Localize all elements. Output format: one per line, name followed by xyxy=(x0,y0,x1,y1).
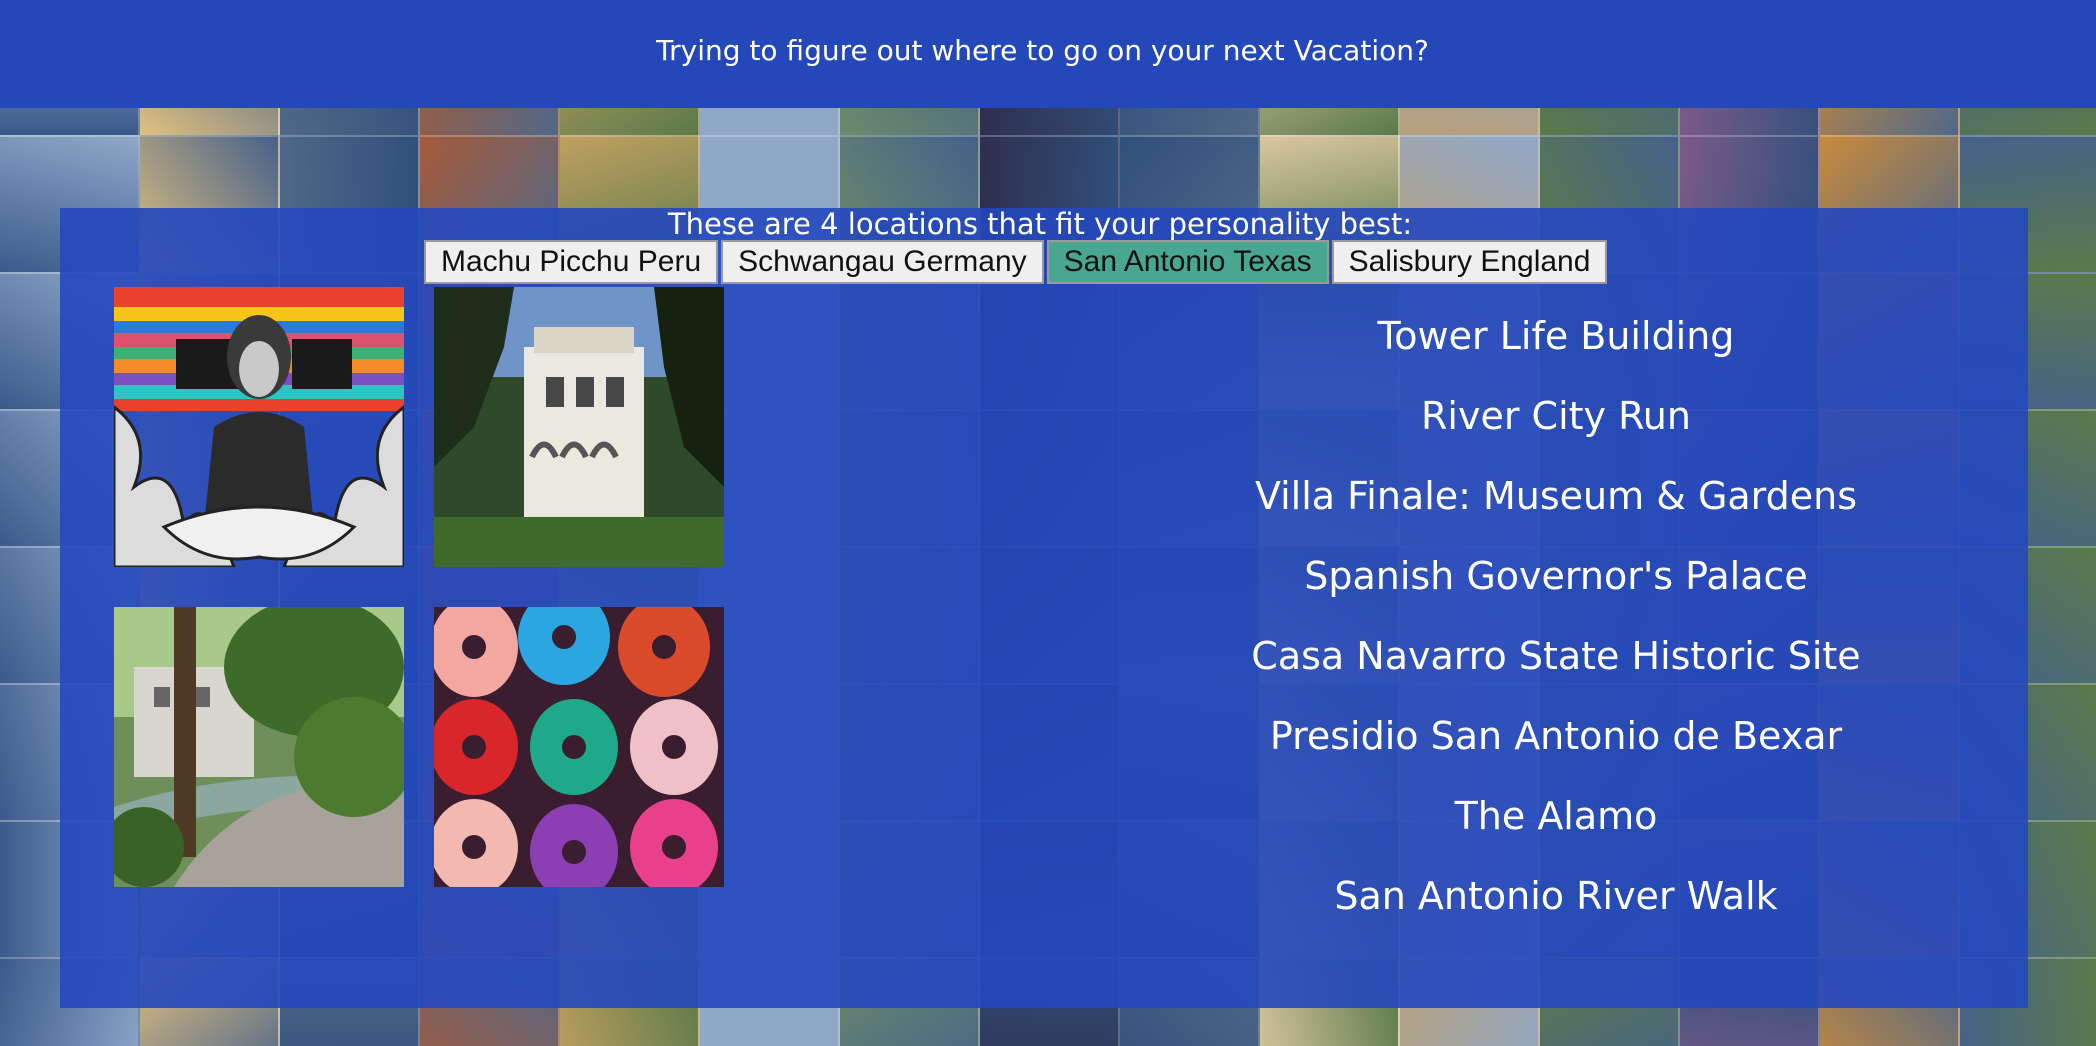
tab-schwangau-germany[interactable]: Schwangau Germany xyxy=(721,240,1044,284)
results-subtitle: These are 4 locations that fit your pers… xyxy=(667,207,1413,241)
header-bar: Trying to figure out where to go on your… xyxy=(0,0,2096,108)
place-item: River City Run xyxy=(1421,394,1691,438)
place-item: Tower Life Building xyxy=(1377,314,1735,358)
mural-photo xyxy=(114,287,404,567)
riverwalk-photo xyxy=(114,607,404,887)
tab-san-antonio-texas[interactable]: San Antonio Texas xyxy=(1046,240,1329,284)
guitars-photo xyxy=(434,607,724,887)
place-item: Presidio San Antonio de Bexar xyxy=(1269,714,1843,758)
place-item: Casa Navarro State Historic Site xyxy=(1251,634,1861,678)
place-item: Spanish Governor's Palace xyxy=(1304,554,1808,598)
place-item: Villa Finale: Museum & Gardens xyxy=(1254,474,1858,518)
place-item: San Antonio River Walk xyxy=(1334,874,1778,918)
tab-machu-picchu-peru[interactable]: Machu Picchu Peru xyxy=(424,240,719,284)
location-tabs: Machu Picchu Peru Schwangau Germany San … xyxy=(424,240,1610,284)
villa-photo xyxy=(434,287,724,567)
results-panel: These are 4 locations that fit your pers… xyxy=(60,208,2028,1008)
place-item: The Alamo xyxy=(1454,794,1658,838)
header-title: Trying to figure out where to go on your… xyxy=(656,34,1429,67)
tab-salisbury-england[interactable]: Salisbury England xyxy=(1331,240,1608,284)
place-list: Tower Life Building River City Run Villa… xyxy=(1140,296,1972,936)
